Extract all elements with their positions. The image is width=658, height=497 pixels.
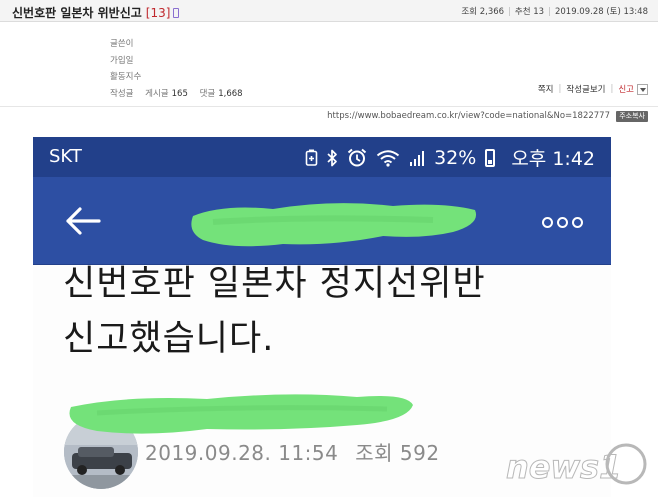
recommend-count: 13	[533, 7, 545, 17]
post-header: 신번호판 일본차 위반신고 [13] 조회 2,366 | 추천 13 | 2019.09…	[0, 0, 658, 22]
views-count: 2,366	[479, 7, 505, 17]
comments-count: 1,668	[218, 88, 243, 99]
message-link[interactable]: 쪽지	[538, 83, 554, 95]
battery-icon	[485, 148, 496, 167]
post-meta: 조회 2,366 | 추천 13 | 2019.09.28 (토) 13:48	[461, 5, 648, 17]
activity-label: 활동지수	[110, 72, 142, 82]
status-icons: 32% 오후 1:42	[305, 144, 595, 171]
status-bar: SKT 32% 오후 1:42	[33, 137, 611, 177]
wifi-icon	[376, 149, 400, 167]
signal-icon	[409, 149, 425, 167]
url-bar: https://www.bobaedream.co.kr/view?code=n…	[0, 106, 658, 124]
writer-label: 글쓴이	[110, 39, 134, 49]
more-options-icon[interactable]	[538, 217, 583, 228]
post-headline: 신번호판 일본차 정지선위반 신고했습니다.	[63, 257, 486, 367]
carrier-name: SKT	[49, 146, 82, 167]
report-link[interactable]: 신고	[618, 83, 634, 95]
written-label: 작성글	[110, 88, 134, 99]
dropdown-icon[interactable]	[637, 83, 648, 95]
author-info: 글쓴이 가입일 활동지수 작성글 게시글 165 댓글 1,668	[110, 36, 243, 102]
back-arrow-icon[interactable]	[63, 206, 103, 236]
bluetooth-icon	[327, 149, 338, 167]
copy-url-button[interactable]: 주소복사	[616, 111, 648, 122]
posts-label: 게시글	[145, 88, 169, 99]
divider: |	[610, 84, 614, 94]
recommend-label: 추천	[514, 7, 531, 17]
written-row: 작성글 게시글 165 댓글 1,668	[110, 86, 243, 103]
post-title-text[interactable]: 신번호판 일본차 위반신고	[12, 6, 142, 20]
screenshot-views-label: 조회	[355, 441, 394, 465]
comments-label: 댓글	[199, 88, 216, 99]
mobile-icon	[173, 8, 180, 18]
status-time: 오후 1:42	[511, 148, 595, 170]
posts-count: 165	[171, 88, 188, 99]
headline-line-1: 신번호판 일본차 정지선위반	[63, 264, 486, 304]
post-date: 2019.09.28 (토) 13:48	[554, 7, 648, 17]
post-title[interactable]: 신번호판 일본차 위반신고 [13]	[12, 4, 180, 21]
divider: |	[558, 84, 562, 94]
battery-saver-icon	[305, 149, 318, 166]
views-label: 조회	[461, 7, 477, 17]
redaction-mark	[191, 203, 477, 247]
screenshot-views: 592	[399, 441, 440, 465]
post-actions: 쪽지 | 작성글보기 | 신고	[538, 83, 648, 95]
joined-label: 가입일	[110, 55, 134, 66]
battery-percent: 32%	[434, 146, 477, 169]
divider: |	[508, 7, 511, 17]
news1-watermark-logo: news1	[506, 443, 647, 487]
headline-line-2: 신고했습니다.	[63, 319, 275, 359]
post-url[interactable]: https://www.bobaedream.co.kr/view?code=n…	[327, 111, 610, 121]
view-posts-link[interactable]: 작성글보기	[566, 83, 605, 95]
divider: |	[548, 7, 551, 17]
screenshot-date: 2019.09.28. 11:54	[145, 441, 339, 465]
alarm-icon	[347, 148, 367, 167]
screenshot-post-meta: 2019.09.28. 11:54 조회 592	[145, 437, 440, 466]
app-bar	[33, 177, 611, 265]
redaction-mark	[69, 394, 413, 434]
watermark-text: news1	[506, 448, 621, 486]
comment-count[interactable]: [13]	[146, 6, 171, 20]
